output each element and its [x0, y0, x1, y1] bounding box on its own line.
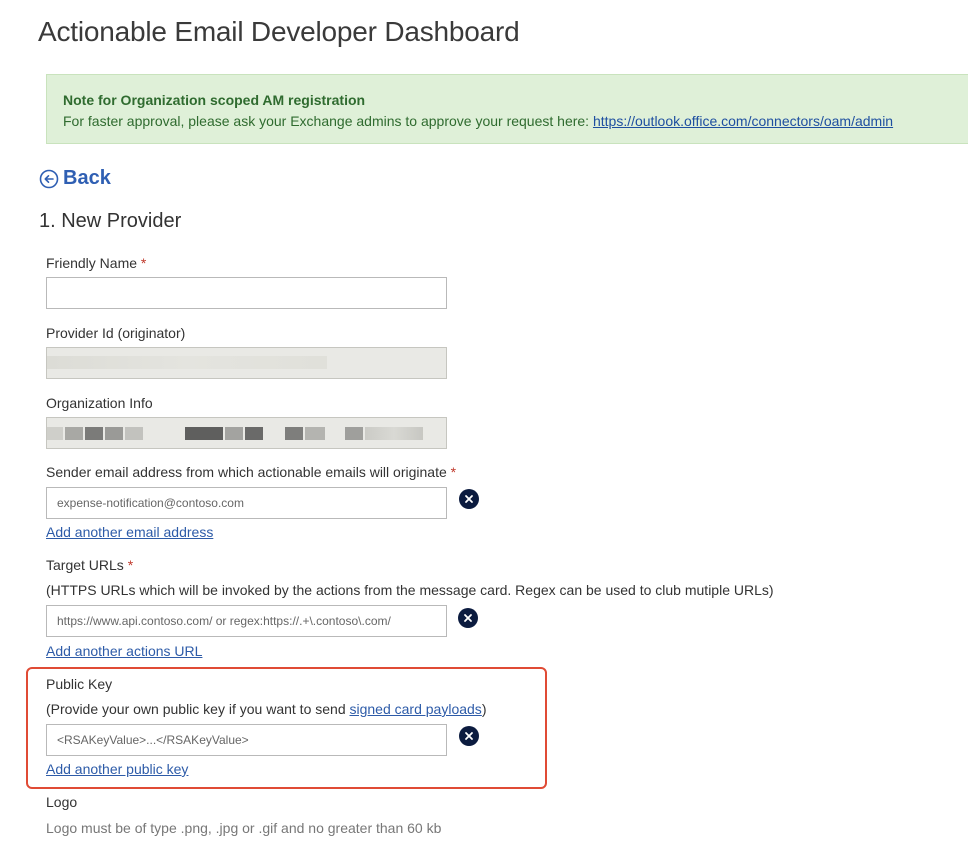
- logo-label: Logo: [46, 794, 78, 810]
- remove-public-key-button[interactable]: [459, 726, 479, 746]
- add-public-key-link[interactable]: Add another public key: [46, 761, 188, 777]
- sender-email-label: Sender email address from which actionab…: [46, 464, 456, 480]
- remove-target-url-button[interactable]: [458, 608, 478, 628]
- public-key-help: (Provide your own public key if you want…: [46, 701, 486, 717]
- page-title: Actionable Email Developer Dashboard: [38, 16, 520, 47]
- target-urls-label: Target URLs *: [46, 557, 133, 573]
- close-icon: [464, 614, 472, 622]
- dashboard-page: Actionable Email Developer Dashboard Not…: [0, 0, 968, 842]
- friendly-name-label: Friendly Name *: [46, 255, 146, 271]
- add-actions-url-link[interactable]: Add another actions URL: [46, 643, 202, 659]
- required-mark: *: [450, 464, 457, 480]
- friendly-name-input[interactable]: [46, 277, 447, 309]
- organization-info-label: Organization Info: [46, 395, 153, 411]
- provider-id-field: [46, 347, 447, 379]
- organization-info-field: [46, 417, 447, 449]
- close-icon: [465, 732, 473, 740]
- approval-note: Note for Organization scoped AM registra…: [46, 74, 968, 144]
- provider-id-label: Provider Id (originator): [46, 325, 186, 341]
- public-key-help-suffix: ): [481, 701, 487, 717]
- section-title: 1. New Provider: [39, 210, 182, 232]
- required-mark: *: [140, 255, 147, 271]
- note-body: For faster approval, please ask your Exc…: [63, 111, 968, 131]
- friendly-name-label-text: Friendly Name: [46, 255, 138, 271]
- redacted-provider-id: [47, 356, 327, 369]
- target-url-input[interactable]: [46, 605, 447, 637]
- circle-arrow-left-icon: [39, 169, 59, 188]
- public-key-label: Public Key: [46, 676, 113, 692]
- signed-card-payloads-link[interactable]: signed card payloads: [350, 701, 482, 717]
- required-mark: *: [127, 557, 134, 573]
- note-title: Note for Organization scoped AM registra…: [63, 92, 366, 108]
- remove-sender-email-button[interactable]: [459, 489, 479, 509]
- logo-help: Logo must be of type .png, .jpg or .gif …: [46, 820, 442, 836]
- note-body-text: For faster approval, please ask your Exc…: [63, 113, 593, 129]
- admin-approval-link[interactable]: https://outlook.office.com/connectors/oa…: [593, 113, 893, 129]
- public-key-input[interactable]: [46, 724, 447, 756]
- target-urls-help: (HTTPS URLs which will be invoked by the…: [46, 582, 774, 598]
- back-label: Back: [63, 167, 111, 189]
- sender-email-label-text: Sender email address from which actionab…: [46, 464, 447, 480]
- sender-email-input[interactable]: [46, 487, 447, 519]
- add-email-address-link[interactable]: Add another email address: [46, 524, 213, 540]
- public-key-help-text: (Provide your own public key if you want…: [46, 701, 350, 717]
- back-link[interactable]: Back: [39, 167, 111, 190]
- target-urls-label-text: Target URLs: [46, 557, 124, 573]
- close-icon: [465, 495, 473, 503]
